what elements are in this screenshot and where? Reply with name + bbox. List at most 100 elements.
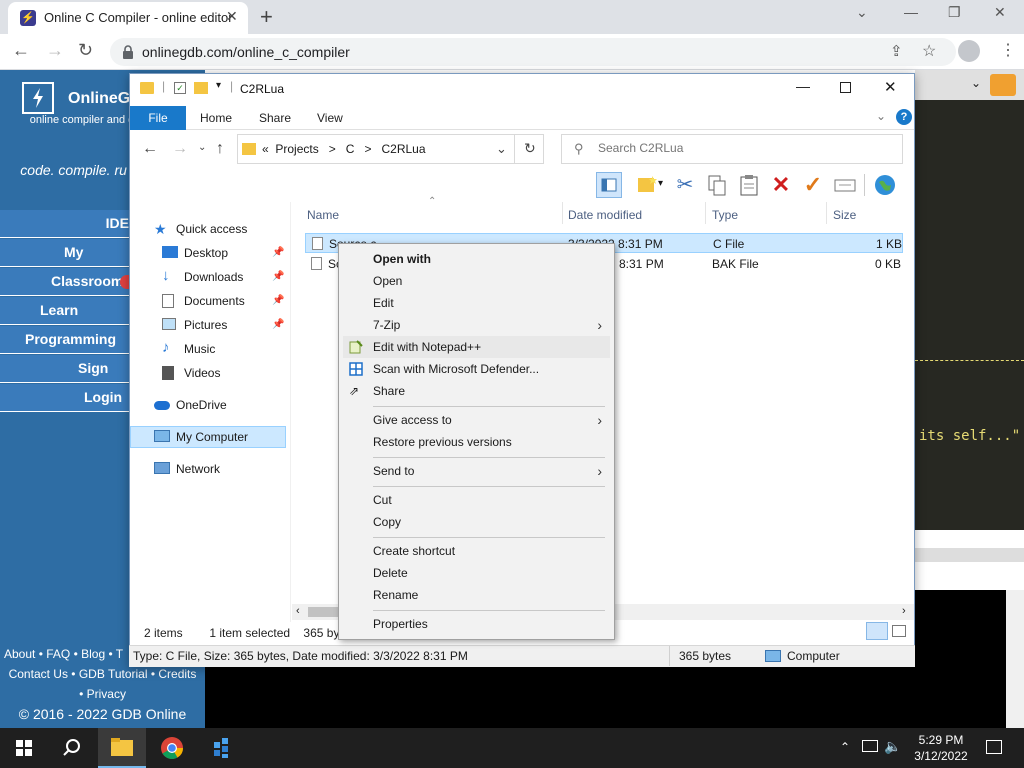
pin-icon[interactable]: 📌 bbox=[272, 242, 284, 264]
cut-icon[interactable]: ✂ bbox=[672, 172, 698, 198]
share-page-icon[interactable]: ⇪ bbox=[890, 42, 903, 60]
properties-check-icon[interactable]: ✓ bbox=[174, 82, 186, 94]
quick-access-dropdown-icon[interactable]: ▾ bbox=[216, 80, 221, 91]
taskbar-chrome[interactable] bbox=[148, 728, 196, 768]
menu-item-properties[interactable]: Properties bbox=[343, 613, 610, 635]
address-dropdown-icon[interactable]: ⌄ bbox=[496, 141, 507, 157]
column-separator[interactable] bbox=[826, 202, 827, 224]
ribbon-tab-file[interactable]: File bbox=[130, 106, 186, 130]
delete-icon[interactable]: ✕ bbox=[768, 172, 794, 198]
menu-item-create-shortcut[interactable]: Create shortcut bbox=[343, 540, 610, 562]
details-view-icon[interactable] bbox=[866, 622, 888, 640]
gdb-footer-privacy[interactable]: • Privacy bbox=[0, 684, 205, 704]
up-arrow-icon[interactable]: ↑ bbox=[216, 140, 224, 158]
window-restore-icon[interactable]: ❐ bbox=[948, 4, 961, 21]
explorer-maximize-icon[interactable] bbox=[840, 82, 851, 93]
new-item-dropdown-icon[interactable]: ▾ bbox=[658, 178, 663, 189]
column-type[interactable]: Type bbox=[712, 208, 738, 222]
explorer-address-bar[interactable]: « Projects > C > C2RLua ⌄ ↻ bbox=[237, 134, 544, 164]
properties-icon[interactable] bbox=[832, 172, 858, 198]
address-bar[interactable]: onlinegdb.com/online_c_compiler bbox=[110, 38, 956, 66]
preview-pane-icon[interactable] bbox=[596, 172, 622, 198]
menu-item-edit-notepadpp[interactable]: Edit with Notepad++ bbox=[343, 336, 610, 358]
menu-item-delete[interactable]: Delete bbox=[343, 562, 610, 584]
gdb-logo-text[interactable]: OnlineG bbox=[68, 90, 130, 108]
browser-menu-icon[interactable]: ⋮ bbox=[1000, 40, 1016, 60]
gdb-console-scrollbar[interactable] bbox=[1006, 590, 1024, 728]
volume-icon[interactable]: 🔈 bbox=[884, 738, 901, 755]
forward-arrow-icon[interactable]: → bbox=[46, 40, 64, 61]
explorer-search-box[interactable]: ⚲ bbox=[561, 134, 903, 164]
menu-item-edit[interactable]: Edit bbox=[343, 292, 610, 314]
reload-icon[interactable]: ↻ bbox=[78, 40, 93, 61]
ribbon-tab-view[interactable]: View bbox=[317, 111, 343, 125]
new-item-icon[interactable] bbox=[634, 172, 660, 198]
minimize-icon[interactable]: ⌄ bbox=[856, 4, 868, 21]
column-size[interactable]: Size bbox=[833, 208, 856, 222]
copy-icon[interactable] bbox=[704, 172, 730, 198]
tab-close-icon[interactable]: ✕ bbox=[226, 8, 238, 25]
scroll-left-icon[interactable]: ‹ bbox=[296, 605, 300, 617]
browser-tab[interactable]: ⚡ Online C Compiler - online editor ✕ bbox=[8, 2, 248, 34]
back-arrow-icon[interactable]: ← bbox=[12, 40, 30, 61]
menu-item-scan-defender[interactable]: Scan with Microsoft Defender... bbox=[343, 358, 610, 380]
new-tab-icon[interactable]: + bbox=[260, 4, 273, 30]
menu-item-send-to[interactable]: Send to › bbox=[343, 460, 610, 482]
gdb-settings-icon[interactable] bbox=[990, 74, 1016, 96]
dropdown-chevron-icon[interactable]: ⌄ bbox=[971, 76, 981, 90]
rename-check-icon[interactable]: ✓ bbox=[800, 172, 826, 198]
network-tray-icon[interactable] bbox=[862, 740, 878, 752]
new-folder-icon[interactable] bbox=[194, 82, 208, 94]
explorer-forward-icon[interactable]: → bbox=[172, 140, 188, 158]
search-input[interactable] bbox=[598, 141, 878, 155]
menu-item-open-with[interactable]: Open with bbox=[343, 248, 610, 270]
menu-item-cut[interactable]: Cut bbox=[343, 489, 610, 511]
explorer-close-icon[interactable]: ✕ bbox=[884, 78, 897, 96]
breadcrumb-c2rlua[interactable]: C2RLua bbox=[381, 142, 425, 156]
notifications-icon[interactable] bbox=[986, 740, 1002, 754]
large-icons-view-icon[interactable] bbox=[892, 625, 906, 637]
window-close-icon[interactable]: ✕ bbox=[994, 4, 1006, 21]
menu-item-restore-versions[interactable]: Restore previous versions bbox=[343, 431, 610, 453]
menu-item-share[interactable]: ⇗ Share bbox=[343, 380, 610, 402]
gdb-editor-scrollbar[interactable] bbox=[915, 548, 1024, 562]
ribbon-tab-home[interactable]: Home bbox=[200, 111, 232, 125]
explorer-back-icon[interactable]: ← bbox=[142, 140, 158, 158]
gdb-footer-links-2[interactable]: Contact Us • GDB Tutorial • Credits bbox=[0, 664, 205, 684]
pin-icon[interactable]: 📌 bbox=[272, 266, 284, 288]
breadcrumb-sep[interactable]: > bbox=[329, 142, 336, 156]
explorer-minimize-icon[interactable]: — bbox=[796, 78, 810, 94]
taskbar-file-explorer[interactable] bbox=[98, 728, 146, 768]
taskbar-search[interactable] bbox=[48, 728, 96, 768]
show-hidden-icons[interactable]: ⌃ bbox=[840, 740, 850, 754]
breadcrumb-c[interactable]: C bbox=[346, 142, 355, 156]
taskbar-app[interactable] bbox=[198, 728, 246, 768]
globe-icon[interactable] bbox=[872, 172, 898, 198]
breadcrumb-overflow[interactable]: « bbox=[262, 142, 269, 156]
menu-item-copy[interactable]: Copy bbox=[343, 511, 610, 533]
ribbon-tab-share[interactable]: Share bbox=[259, 111, 291, 125]
window-minimize-icon[interactable]: — bbox=[904, 4, 918, 20]
scroll-right-icon[interactable]: › bbox=[902, 605, 906, 617]
column-date-modified[interactable]: Date modified bbox=[568, 208, 642, 222]
start-button[interactable] bbox=[0, 728, 48, 768]
refresh-icon[interactable]: ↻ bbox=[524, 140, 536, 157]
column-separator[interactable] bbox=[562, 202, 563, 224]
help-icon[interactable]: ? bbox=[896, 109, 912, 125]
pin-icon[interactable]: 📌 bbox=[272, 290, 284, 312]
paste-icon[interactable] bbox=[736, 172, 762, 198]
bookmark-star-icon[interactable]: ☆ bbox=[922, 41, 936, 61]
profile-avatar-icon[interactable] bbox=[958, 40, 980, 62]
menu-item-give-access[interactable]: Give access to › bbox=[343, 409, 610, 431]
menu-item-rename[interactable]: Rename bbox=[343, 584, 610, 606]
gdb-code-editor[interactable] bbox=[915, 100, 1024, 530]
recent-locations-icon[interactable]: ⌄ bbox=[198, 142, 206, 153]
breadcrumb-projects[interactable]: Projects bbox=[275, 142, 318, 156]
ribbon-expand-icon[interactable]: ⌄ bbox=[876, 109, 886, 123]
pin-icon[interactable]: 📌 bbox=[272, 314, 284, 336]
column-name[interactable]: Name bbox=[307, 208, 339, 222]
taskbar-clock[interactable]: 5:29 PM 3/12/2022 bbox=[906, 732, 976, 764]
menu-item-7zip[interactable]: 7-Zip › bbox=[343, 314, 610, 336]
menu-item-open[interactable]: Open bbox=[343, 270, 610, 292]
column-separator[interactable] bbox=[705, 202, 706, 224]
